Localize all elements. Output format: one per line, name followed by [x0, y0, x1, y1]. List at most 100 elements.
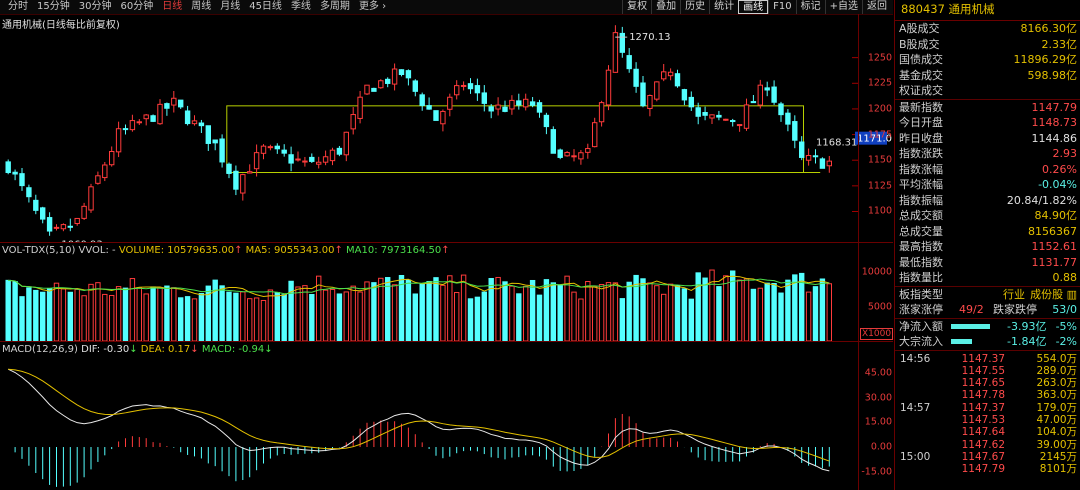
candle-body — [460, 84, 467, 87]
market-turnover-list: A股成交 8166.30亿 B股成交 2.33亿 国债成交 11896.29亿 基金成交 59… — [895, 21, 1080, 99]
period-tab-5[interactable]: 周线 — [187, 0, 216, 14]
quote-row-0-label: 最新指数 — [899, 100, 943, 114]
tick-price: 1147.67 — [961, 450, 1005, 463]
period-tab-8[interactable]: 季线 — [287, 0, 316, 14]
turnover-row-1-value: 2.33亿 — [1041, 37, 1078, 51]
function-tab-6[interactable]: 标记 — [795, 0, 825, 14]
volume-bar — [385, 277, 391, 341]
quote-row-5-label: 平均涨幅 — [899, 178, 943, 191]
volume-bar — [288, 280, 294, 341]
function-tab-0[interactable]: 复权 — [622, 0, 651, 14]
volume-bar — [81, 295, 87, 341]
volume-bar — [571, 291, 577, 341]
tick-price: 1147.64 — [961, 426, 1005, 439]
period-tab-6[interactable]: 月线 — [216, 0, 245, 14]
candle-body — [502, 106, 508, 112]
quote-row-0: 最新指数 1147.79 — [895, 100, 1080, 116]
candle-body — [412, 80, 419, 92]
function-tab-1[interactable]: 叠加 — [651, 0, 680, 14]
candle-body — [247, 171, 253, 174]
function-tab-4[interactable]: 画线 — [738, 0, 769, 14]
candle-body — [736, 124, 743, 127]
volume-bar — [178, 297, 184, 341]
candle-body — [723, 118, 729, 121]
candle-body — [433, 110, 439, 121]
volume-bar — [88, 283, 94, 341]
volume-bar — [60, 288, 67, 341]
quote-row-4: 指数涨幅 0.26% — [895, 162, 1080, 178]
candle-body — [60, 224, 67, 230]
volume-bar — [260, 299, 267, 341]
candle-body — [129, 120, 136, 131]
turnover-row-4-label: 权证成交 — [899, 84, 943, 97]
volume-bar — [467, 298, 474, 341]
flow-value: -3.93亿 — [1007, 319, 1047, 333]
volume-chart[interactable] — [0, 243, 893, 341]
price-chart-pane[interactable]: 1270.131060.931168.311171.0 通用机械(日线每比前复权… — [0, 14, 893, 243]
volume-bar — [757, 287, 763, 341]
candle-body — [19, 173, 25, 187]
candle-body — [398, 69, 405, 76]
period-tab-10[interactable]: 更多 › — [355, 0, 391, 14]
volume-tick: 10000 — [861, 266, 892, 278]
candle-body — [447, 96, 453, 110]
macd-pane[interactable]: MACD(12,26,9) DIF: -0.30↓ DEA: 0.17↓ MAC… — [0, 342, 893, 490]
candle-body — [571, 155, 577, 158]
period-tab-3[interactable]: 60分钟 — [116, 0, 158, 14]
candle-body — [171, 97, 177, 106]
volume-bar — [433, 277, 439, 341]
candle-body — [557, 149, 563, 158]
quote-row-4-value: 0.26% — [1042, 162, 1077, 176]
candle-body — [253, 152, 260, 170]
period-tab-1[interactable]: 15分钟 — [33, 0, 75, 14]
period-tab-7[interactable]: 45日线 — [245, 0, 287, 14]
candle-body — [74, 217, 80, 225]
volume-bar — [516, 293, 522, 341]
volume-bar — [454, 292, 460, 341]
candlestick-chart[interactable]: 1270.131060.931168.311171.0 — [0, 14, 893, 242]
candle-body — [378, 80, 384, 89]
quote-row-6-label: 指数振幅 — [899, 193, 943, 207]
macd-chart[interactable] — [0, 342, 893, 490]
function-tab-5[interactable]: F10 — [768, 0, 795, 14]
function-tab-7[interactable]: +自选 — [824, 0, 862, 14]
candle-body — [46, 217, 53, 232]
volume-title: VOL-TDX(5,10) VVOL: - VOLUME: 10579635.0… — [2, 245, 450, 256]
flow-label: 净流入额 — [899, 319, 943, 333]
candle-body — [474, 85, 481, 94]
updown-row: 涨家涨停 49/2 跌家跌停 53/0 — [899, 303, 1077, 316]
volume-bar — [136, 287, 143, 341]
candle-body — [743, 104, 750, 129]
volume-bar — [46, 287, 53, 341]
volume-pane[interactable]: VOL-TDX(5,10) VVOL: - VOLUME: 10579635.0… — [0, 243, 894, 342]
tick-row-8: 15:00 1147.67 2145万 — [895, 451, 1080, 463]
volume-bar — [40, 291, 46, 341]
candle-body — [53, 226, 60, 229]
price-y-axis: 1250 1225 1200 1175 1150 1125 1100 — [858, 14, 894, 242]
period-tabs: 分时 15分钟 30分钟 60分钟 日线 周线 月线 45日线 季线 多周期 更多 › — [4, 0, 391, 14]
quote-row-6: 指数振幅 20.84/1.82% — [895, 193, 1080, 209]
quote-row-9-value: 1152.61 — [1031, 240, 1078, 253]
period-tab-2[interactable]: 30分钟 — [75, 0, 117, 14]
volume-bar — [592, 286, 598, 341]
tick-price: 1147.78 — [961, 389, 1005, 402]
function-tab-8[interactable]: 返回 — [862, 0, 891, 14]
period-tab-0[interactable]: 分时 — [4, 0, 33, 14]
volume-bar — [805, 291, 812, 341]
candle-body — [122, 128, 129, 131]
candle-body — [799, 141, 805, 158]
candle-body — [661, 71, 667, 80]
turnover-row-4: 权证成交 — [895, 83, 1080, 99]
function-tab-3[interactable]: 统计 — [709, 0, 738, 14]
tick-volume: 554.0万 — [1036, 352, 1077, 365]
candle-body — [633, 68, 639, 87]
constituents-link[interactable]: 成份股 ▥ — [1030, 287, 1077, 303]
turnover-row-1-label: B股成交 — [899, 37, 940, 51]
period-tab-4[interactable]: 日线 — [158, 0, 187, 14]
candle-body — [164, 103, 170, 109]
function-tab-2[interactable]: 历史 — [680, 0, 709, 14]
candle-body — [33, 199, 39, 211]
volume-bar — [723, 275, 729, 341]
period-tab-9[interactable]: 多周期 — [316, 0, 355, 14]
candle-body — [778, 103, 784, 116]
